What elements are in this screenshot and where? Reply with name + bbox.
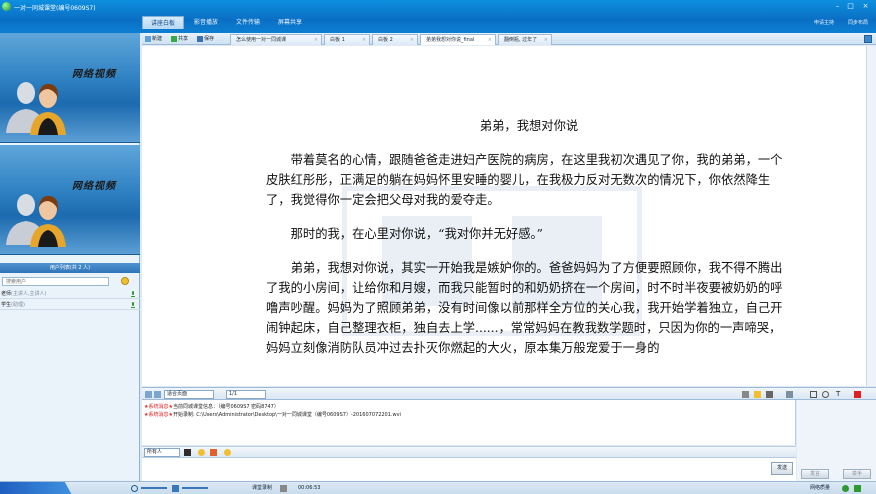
close-tab-icon[interactable]: × [488, 35, 492, 45]
raise-hand-button[interactable]: 举手 [843, 469, 871, 479]
chat-input[interactable] [142, 458, 796, 481]
prev-page-icon[interactable] [145, 391, 152, 398]
close-tab-icon[interactable]: × [410, 35, 414, 45]
record-time: 00:06:53 [298, 485, 321, 491]
document-title: 弟弟，我想对你说 [479, 119, 579, 133]
line-tool-icon[interactable] [786, 391, 793, 398]
next-page-icon[interactable] [154, 391, 161, 398]
doc-tab[interactable]: 白板 2 × [372, 34, 418, 45]
right-control-pane: 发言 举手 [797, 400, 876, 481]
mic-volume-slider[interactable] [182, 487, 208, 489]
message-list: ★系统消息★当前同城课堂信息：（编号0609S7 密码8747） ★系统消息★开… [142, 400, 796, 445]
close-tab-icon[interactable]: × [544, 35, 548, 45]
minimize-icon[interactable]: – [833, 3, 842, 10]
user-search-input[interactable] [2, 277, 109, 286]
document-content: 弟弟，我想对你说 带着莫名的心情，跟随爸爸走进妇产医院的病房，在这里我初次遇见了… [266, 116, 792, 372]
gift-icon[interactable] [210, 449, 217, 456]
pointer-tool-icon[interactable] [742, 391, 749, 398]
message-text: 开始录制: C:\Users\Administrator\Desktop\一对一… [172, 412, 401, 418]
user-role: (主讲人,主讲人) [11, 291, 47, 297]
recipient-select[interactable]: 所有人 [144, 448, 180, 457]
flower-icon[interactable] [224, 449, 231, 456]
microphone-icon [131, 291, 135, 297]
list-item: ★系统消息★开始录制: C:\Users\Administrator\Deskt… [144, 411, 793, 419]
font-icon[interactable] [184, 449, 191, 456]
save-button[interactable]: 保存 [197, 34, 214, 44]
network-status-icon [842, 485, 849, 492]
list-item[interactable]: 学生(助理) [0, 300, 140, 310]
status-bar: 课堂录制 00:06:53 网络质量 [0, 481, 876, 494]
chat-input-toolbar: 所有人 [142, 446, 796, 458]
tab-file-transfer[interactable]: 文件传输 [228, 16, 268, 29]
users-avatar-icon [6, 82, 66, 135]
video-window-2[interactable]: 网络视频 [0, 145, 140, 255]
user-settings-icon[interactable] [121, 277, 129, 285]
share-icon [171, 36, 177, 42]
network-quality-label: 网络质量 [810, 485, 831, 491]
video-window-1[interactable]: 网络视频 [0, 33, 140, 143]
user-search-row [0, 275, 140, 287]
close-tab-icon[interactable]: × [362, 35, 366, 45]
request-host-button[interactable]: 申请主持 [814, 19, 834, 26]
title-bar: 一对一同城课堂(编号0609S7) – □ × 讲座白板 影音播放 文件传输 屏… [0, 0, 876, 33]
status-accent [0, 482, 72, 494]
microphone-icon[interactable] [172, 485, 179, 492]
share-button[interactable]: 共享 [171, 34, 188, 44]
tab-whiteboard[interactable]: 讲座白板 [142, 16, 185, 29]
doc-tab[interactable]: 怎么使用一对一同城课 × [230, 34, 322, 45]
user-name: 学生 [1, 302, 12, 308]
user-list-header: 用户列表(共 2 人) [0, 263, 140, 273]
emoji-icon[interactable] [198, 449, 205, 456]
list-item: ★系统消息★当前同城课堂信息：（编号0609S7 密码8747） [144, 403, 793, 411]
window-title: 一对一同城课堂(编号0609S7) [14, 5, 96, 12]
tab-screen-share[interactable]: 屏幕共享 [270, 16, 310, 29]
list-item[interactable]: 老师(主讲人,主讲人) [0, 289, 140, 299]
user-role: (助理) [11, 302, 25, 308]
document-paragraph: 弟弟，我想对你说，其实一开始我是嫉妒你的。爸爸妈妈为了方便要照顾你，我不得不腾出… [266, 261, 783, 355]
text-tool-icon[interactable]: T [836, 391, 843, 398]
highlight-tool-icon[interactable] [754, 391, 761, 398]
maximize-icon[interactable]: □ [846, 3, 855, 10]
record-icon[interactable] [280, 485, 287, 492]
doc-tab[interactable]: 翻倒瓶, 过年了 × [498, 34, 552, 45]
tab-media-play[interactable]: 影音播放 [186, 16, 226, 29]
new-button[interactable]: 新建 [145, 34, 162, 44]
app-logo-icon [2, 2, 11, 11]
document-paragraph: 那时的我，在心里对你说，“我对你并无好感。” [290, 227, 543, 241]
zoom-select[interactable]: 适合页面 [164, 390, 214, 399]
signal-bars-icon [854, 485, 861, 492]
volume-slider[interactable] [141, 487, 167, 489]
rectangle-tool-icon[interactable] [810, 391, 817, 398]
speak-button[interactable]: 发言 [801, 469, 829, 479]
document-toolbar: 新建 共享 保存 怎么使用一对一同城课 × 白板 1 × 白板 2 × 弟弟我想对你说… [142, 33, 876, 45]
top-right-actions: 申请主持 同步布局 [814, 19, 868, 26]
users-avatar-icon [6, 194, 66, 247]
ellipse-tool-icon[interactable] [822, 391, 829, 398]
sync-layout-button[interactable]: 同步布局 [848, 19, 868, 26]
document-paragraph: 带着莫名的心情，跟随爸爸走进妇产医院的病房，在这里我初次遇见了你，我的弟弟，一个… [266, 153, 783, 207]
top-tabs: 讲座白板 影音播放 文件传输 屏幕共享 [142, 16, 310, 29]
doc-tab[interactable]: 白板 1 × [324, 34, 370, 45]
pen-tool-icon[interactable] [766, 391, 773, 398]
system-tag: ★系统消息★ [144, 412, 173, 418]
speaker-icon[interactable] [131, 485, 138, 492]
color-picker-icon[interactable] [854, 391, 861, 398]
left-panel: 网络视频 网络视频 用户列表(共 2 人) 老师(主讲人,主讲人) 学生(助理) [0, 33, 140, 481]
doc-tab-active[interactable]: 弟弟我想对你说_final × [420, 34, 496, 45]
close-icon[interactable]: × [861, 3, 870, 10]
new-doc-icon [145, 36, 151, 42]
panel-toggle-icon[interactable] [864, 35, 872, 43]
close-tab-icon[interactable]: × [314, 35, 318, 45]
record-label: 课堂录制 [252, 485, 273, 491]
save-icon [197, 36, 203, 42]
annotation-toolbar: 适合页面 1/1 T [142, 387, 876, 400]
user-name: 老师 [1, 291, 12, 297]
send-button[interactable]: 发送 [771, 462, 793, 475]
page-select[interactable]: 1/1 [226, 390, 266, 399]
microphone-icon [131, 302, 135, 308]
system-tag: ★系统消息★ [144, 404, 173, 410]
document-area[interactable]: 弟弟，我想对你说 带着莫名的心情，跟随爸爸走进妇产医院的病房，在这里我初次遇见了… [142, 46, 876, 386]
message-text: 当前同城课堂信息：（编号0609S7 密码8747） [172, 404, 279, 410]
vertical-scrollbar[interactable] [866, 46, 876, 386]
